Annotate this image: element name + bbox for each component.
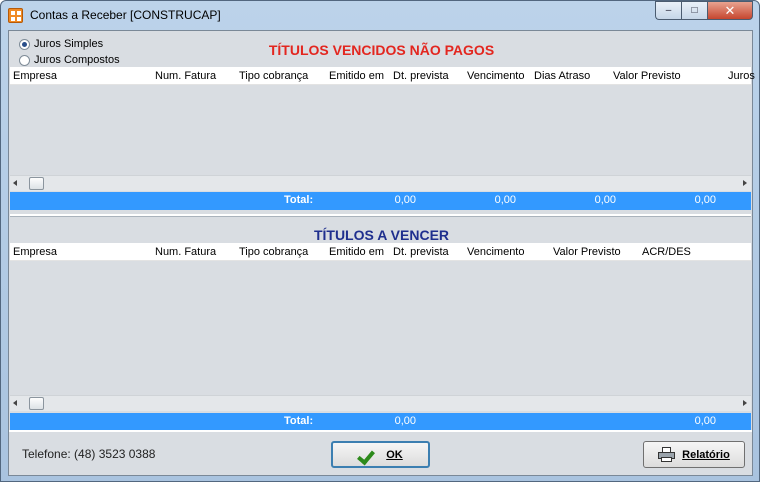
client-area: Juros Simples Juros Compostos TÍTULOS VE… bbox=[8, 30, 755, 476]
upcoming-section-title: TÍTULOS A VENCER bbox=[313, 227, 450, 243]
footer-separator bbox=[9, 430, 752, 432]
app-icon bbox=[8, 8, 23, 23]
total-value: 0,00 bbox=[394, 194, 416, 206]
column-header[interactable]: Tipo cobrança bbox=[239, 70, 308, 82]
ok-button[interactable]: OK bbox=[331, 441, 430, 468]
scroll-right-arrow-icon[interactable] bbox=[743, 400, 747, 406]
overdue-section-title: TÍTULOS VENCIDOS NÃO PAGOS bbox=[268, 42, 495, 58]
column-header[interactable]: Dias Atraso bbox=[534, 70, 590, 82]
scroll-left-arrow-icon[interactable] bbox=[13, 400, 17, 406]
total-value: 0,00 bbox=[594, 194, 616, 206]
column-header[interactable]: Dt. prevista bbox=[393, 246, 449, 258]
column-header[interactable]: Emitido em bbox=[329, 246, 384, 258]
column-header[interactable]: Empresa bbox=[13, 70, 57, 82]
total-value: 0,00 bbox=[694, 194, 716, 206]
report-button-label: Relatório bbox=[682, 448, 730, 461]
main-window: Contas a Receber [CONSTRUCAP] – □ ✕ Juro… bbox=[0, 0, 760, 482]
maximize-button[interactable]: □ bbox=[681, 1, 707, 20]
report-button[interactable]: Relatório bbox=[643, 441, 745, 468]
window-controls: – □ ✕ bbox=[655, 1, 753, 20]
phone-info: Telefone: (48) 3523 0388 bbox=[22, 447, 155, 461]
column-header[interactable]: Valor Previsto bbox=[553, 246, 621, 258]
column-header[interactable]: Juros bbox=[728, 70, 755, 82]
upcoming-grid-header: Empresa Num. Fatura Tipo cobrança Emitid… bbox=[10, 243, 751, 261]
column-header[interactable]: Vencimento bbox=[467, 246, 524, 258]
column-header[interactable]: Tipo cobrança bbox=[239, 246, 308, 258]
total-label: Total: bbox=[284, 194, 314, 206]
scroll-thumb[interactable] bbox=[29, 397, 44, 410]
column-header[interactable]: Valor Previsto bbox=[613, 70, 681, 82]
overdue-grid-header: Empresa Num. Fatura Tipo cobrança Emitid… bbox=[10, 67, 755, 85]
minimize-button[interactable]: – bbox=[655, 1, 681, 20]
close-button[interactable]: ✕ bbox=[707, 1, 753, 20]
overdue-grid-body[interactable] bbox=[10, 86, 751, 175]
title-bar[interactable]: Contas a Receber [CONSTRUCAP] – □ ✕ bbox=[1, 1, 759, 29]
window-title: Contas a Receber [CONSTRUCAP] bbox=[30, 8, 221, 22]
scroll-right-arrow-icon[interactable] bbox=[743, 180, 747, 186]
column-header[interactable]: Empresa bbox=[13, 246, 57, 258]
column-header[interactable]: Num. Fatura bbox=[155, 246, 216, 258]
upcoming-horizontal-scrollbar[interactable] bbox=[10, 395, 751, 411]
column-header[interactable]: Dt. prevista bbox=[393, 70, 449, 82]
column-header[interactable]: ACR/DES bbox=[642, 246, 691, 258]
overdue-total-bar: Total: 0,00 0,00 0,00 0,00 bbox=[10, 192, 751, 210]
ok-button-label: OK bbox=[386, 448, 403, 461]
phone-label: Telefone: bbox=[22, 447, 71, 461]
total-value: 0,00 bbox=[694, 415, 716, 427]
upcoming-grid-body[interactable] bbox=[10, 262, 751, 395]
scroll-thumb[interactable] bbox=[29, 177, 44, 190]
column-header[interactable]: Num. Fatura bbox=[155, 70, 216, 82]
upcoming-total-bar: Total: 0,00 0,00 bbox=[10, 413, 751, 431]
column-header[interactable]: Emitido em bbox=[329, 70, 384, 82]
column-header[interactable]: Vencimento bbox=[467, 70, 524, 82]
checkmark-icon bbox=[358, 447, 376, 463]
total-value: 0,00 bbox=[494, 194, 516, 206]
total-value: 0,00 bbox=[394, 415, 416, 427]
phone-number: (48) 3523 0388 bbox=[74, 447, 156, 461]
total-label: Total: bbox=[284, 415, 314, 427]
scroll-left-arrow-icon[interactable] bbox=[13, 180, 17, 186]
printer-icon bbox=[658, 446, 676, 463]
overdue-horizontal-scrollbar[interactable] bbox=[10, 175, 751, 191]
section-separator bbox=[10, 214, 751, 217]
